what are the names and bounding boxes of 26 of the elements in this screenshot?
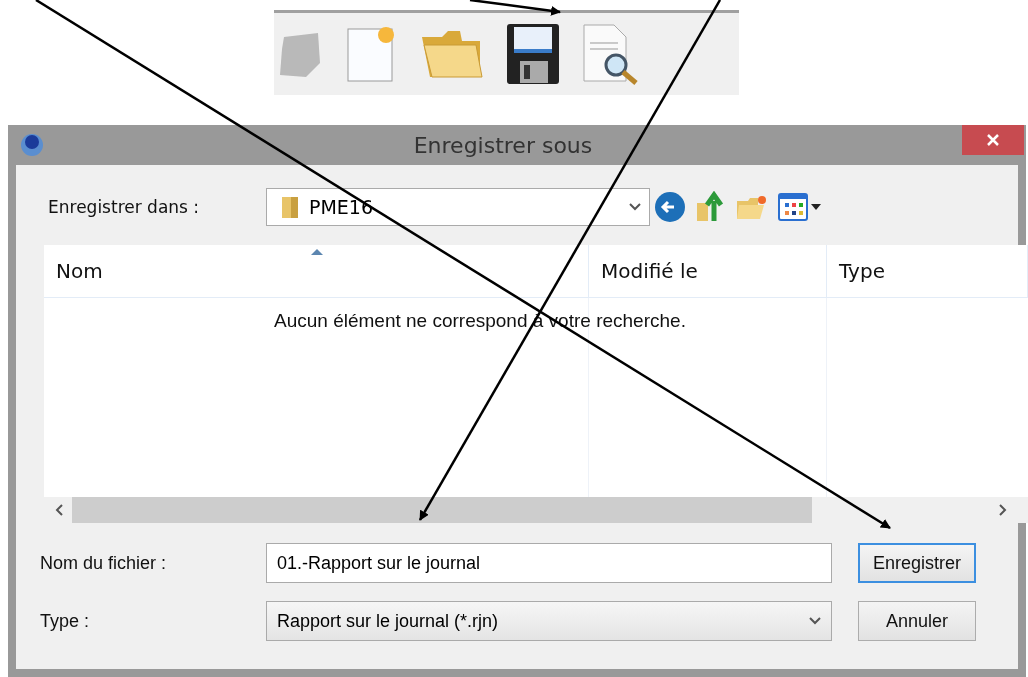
column-header[interactable]: Nom (44, 245, 589, 297)
sort-arrow-icon (310, 249, 323, 255)
app-orb-icon (20, 133, 44, 157)
scroll-right-icon[interactable] (998, 503, 1008, 517)
chevron-down-icon (629, 203, 641, 211)
folder-icon (281, 195, 299, 219)
document-magnifier-icon[interactable] (581, 23, 640, 85)
save-in-label: Enregistrer dans : (47, 197, 201, 217)
location-dropdown[interactable]: PME16 (266, 188, 650, 226)
file-type-label: Type : (39, 610, 91, 632)
column-header[interactable]: Type (827, 245, 1028, 297)
view-menu-icon[interactable] (778, 192, 822, 222)
scroll-left-icon[interactable] (54, 503, 64, 517)
close-button[interactable] (962, 125, 1024, 155)
chevron-down-icon (809, 617, 821, 625)
scrollbar-thumb[interactable] (72, 497, 812, 523)
file-name-label: Nom du fichier : (39, 552, 168, 574)
close-icon (986, 133, 1000, 147)
save-button[interactable]: Enregistrer (858, 543, 976, 583)
column-header[interactable]: Modifié le (589, 245, 827, 297)
window-title: Enregistrer sous (412, 132, 594, 158)
folder-up-icon[interactable] (696, 191, 726, 223)
new-folder-icon[interactable] (736, 193, 768, 221)
file-type-dropdown[interactable]: Rapport sur le journal (*.rjn) (266, 601, 832, 641)
file-name-field[interactable]: 01.-Rapport sur le journal (266, 543, 832, 583)
cancel-button[interactable]: Annuler (858, 601, 976, 641)
